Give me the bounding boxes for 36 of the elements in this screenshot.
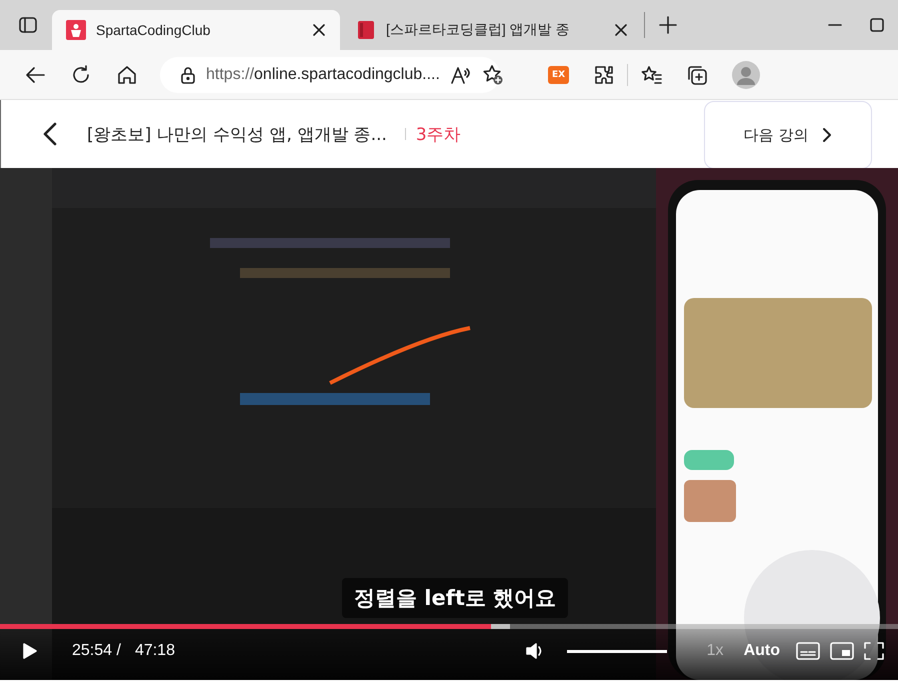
chevron-right-icon [822, 127, 832, 143]
close-icon[interactable] [312, 23, 326, 37]
quality-button[interactable]: Auto [744, 642, 780, 660]
home-icon[interactable] [116, 64, 138, 86]
current-time: 25:54 / [72, 642, 121, 660]
week-label: 3주차 [416, 124, 461, 146]
back-chevron-icon[interactable] [43, 122, 57, 146]
tab-actions-icon[interactable] [18, 15, 38, 35]
play-icon[interactable] [22, 642, 38, 660]
favorites-icon[interactable] [640, 64, 662, 86]
profile-avatar-icon[interactable] [732, 60, 760, 88]
add-favorite-icon[interactable] [482, 64, 504, 86]
maximize-icon[interactable] [870, 18, 884, 32]
tab-title: [스파르타코딩클럽] 앱개발 종 [386, 21, 571, 39]
next-lecture-button[interactable]: 다음 강의 [704, 101, 872, 169]
extensions-icon[interactable] [593, 64, 616, 86]
shield-logo-icon [66, 20, 86, 40]
picture-in-picture-icon[interactable] [830, 642, 854, 660]
new-tab-icon[interactable] [659, 16, 677, 34]
read-aloud-icon[interactable] [450, 64, 472, 84]
browser-tab[interactable]: [스파르타코딩클럽] 앱개발 종 [342, 10, 642, 50]
close-icon[interactable] [614, 23, 628, 37]
lecture-title: [왕초보] 나만의 수익성 앱, 앱개발 종... [87, 124, 387, 146]
video-caption: 정렬을 left로 했어요 [342, 578, 568, 618]
browser-tab[interactable]: SpartaCodingClub [52, 10, 340, 50]
fullscreen-icon[interactable] [864, 642, 884, 660]
tab-title: SpartaCodingClub [96, 22, 212, 38]
progress-bar[interactable] [0, 624, 898, 629]
refresh-icon[interactable] [70, 64, 92, 86]
address-bar[interactable]: https://online.spartacodingclub.... [160, 56, 500, 92]
duration: 47:18 [134, 642, 175, 660]
book-icon [356, 20, 376, 40]
subtitles-icon[interactable] [796, 642, 820, 660]
lock-icon [180, 66, 196, 84]
collections-icon[interactable] [686, 64, 708, 86]
url-text: https://online.spartacodingclub.... [206, 66, 440, 84]
